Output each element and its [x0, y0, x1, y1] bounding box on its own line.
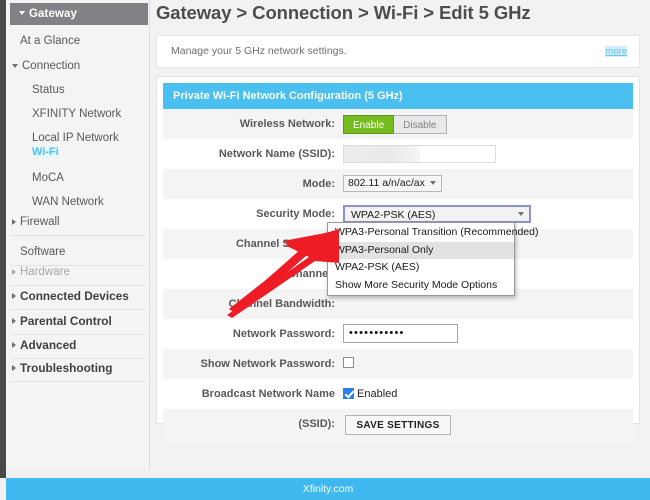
sidebar-item-label: Parental Control	[20, 314, 112, 328]
dropdown-option-wpa2-psk-aes[interactable]: WPA2-PSK (AES)	[328, 259, 514, 277]
sidebar-item-label: Troubleshooting	[20, 361, 113, 375]
broadcast-ssid-checkbox[interactable]	[343, 387, 354, 399]
sidebar-item-wi-fi[interactable]: Wi-Fi	[10, 138, 145, 166]
wireless-network-toggle[interactable]: Enable Disable	[343, 115, 447, 134]
show-network-password-checkbox[interactable]	[343, 357, 354, 369]
panel-title: Private Wi-Fi Network Configuration (5 G…	[163, 83, 633, 109]
security-mode-dropdown[interactable]: WPA3-Personal Transition (Recommended) WP…	[327, 222, 538, 296]
show-network-password-label: Show Network Password:	[200, 358, 335, 370]
redacted-overlay	[344, 146, 420, 162]
notice-text: Manage your 5 GHz network settings.	[171, 45, 347, 57]
chevron-right-icon	[12, 364, 16, 371]
save-settings-button[interactable]: SAVE SETTINGS	[345, 415, 451, 435]
network-password-label: Network Password:	[232, 328, 335, 340]
notice-bar: Manage your 5 GHz network settings. more	[156, 35, 640, 68]
sidebar-item-label: Software	[20, 246, 66, 258]
sidebar-section-gateway-label: Gateway	[29, 8, 78, 20]
sidebar-item-label: XFINITY Network	[32, 108, 122, 120]
network-name-label: Network Name (SSID):	[218, 148, 335, 160]
security-mode-label: Security Mode:	[256, 208, 335, 220]
channel-label: Channel:	[287, 268, 335, 280]
mode-label: Mode:	[302, 178, 335, 190]
enable-button[interactable]: Enable	[343, 115, 395, 134]
dropdown-option-show-more-security-mode-options[interactable]: Show More Security Mode Options	[328, 277, 514, 295]
more-link[interactable]: more	[605, 46, 627, 57]
broadcast-ssid-label: Broadcast Network Name (SSID):	[201, 388, 335, 430]
mode-select[interactable]: 802.11 a/n/ac/ax	[343, 175, 442, 192]
sidebar-item-firewall[interactable]: Firewall	[10, 208, 145, 236]
browser-page: Gateway At a Glance Connection Status XFINI…	[0, 0, 650, 500]
row-show-network-password: Show Network Password:	[163, 349, 633, 379]
sidebar-item-label: Hardware	[20, 266, 70, 278]
page-title: Gateway > Connection > Wi-Fi > Edit 5 GH…	[156, 2, 531, 23]
wireless-network-label: Wireless Network:	[239, 118, 335, 130]
security-mode-select-value: WPA2-PSK (AES)	[351, 209, 436, 221]
chevron-right-icon	[12, 341, 16, 348]
broadcast-ssid-checkbox-label: Enabled	[357, 388, 398, 400]
sidebar-item-label: Firewall	[20, 216, 60, 228]
sidebar-item-label: MoCA	[32, 172, 64, 184]
sidebar-item-label: Wi-Fi	[32, 146, 59, 158]
show-network-password-control	[343, 349, 354, 379]
network-name-input[interactable]	[343, 145, 496, 163]
sidebar-item-troubleshooting[interactable]: Troubleshooting	[10, 354, 145, 382]
sidebar-navigation: Gateway At a Glance Connection Status XFINI…	[0, 0, 150, 470]
network-password-input[interactable]: •••••••••••	[343, 324, 458, 343]
row-network-password: Network Password: •••••••••••	[163, 319, 633, 349]
chevron-down-icon	[429, 181, 437, 186]
chevron-right-icon	[12, 292, 16, 299]
footer-bar: Xfinity.com	[6, 478, 650, 500]
mode-select-value: 802.11 a/n/ac/ax	[348, 177, 425, 189]
row-mode: Mode: 802.11 a/n/ac/ax	[163, 169, 633, 199]
sidebar-section-gateway[interactable]: Gateway	[10, 3, 148, 25]
disable-button[interactable]: Disable	[394, 115, 447, 134]
row-wireless-network: Wireless Network: Enable Disable	[163, 109, 633, 139]
channel-bandwidth-label: Channel Bandwidth:	[228, 298, 335, 310]
sidebar-item-connected-devices[interactable]: Connected Devices	[10, 282, 145, 310]
chevron-right-icon	[12, 218, 16, 225]
chevron-down-icon	[19, 11, 25, 16]
row-broadcast-ssid: Broadcast Network Name (SSID): Enabled	[163, 379, 633, 430]
sidebar-item-label: WAN Network	[32, 196, 104, 208]
dropdown-option-wpa3-personal-only[interactable]: WPA3-Personal Only	[328, 241, 514, 259]
row-network-name: Network Name (SSID):	[163, 139, 633, 169]
dropdown-option-wpa3-personal-transition-recommended[interactable]: WPA3-Personal Transition (Recommended)	[328, 224, 538, 242]
chevron-down-icon	[12, 63, 18, 68]
footer-link[interactable]: Xfinity.com	[303, 483, 354, 495]
footer-dark-accent	[0, 470, 6, 478]
mode-control: 802.11 a/n/ac/ax	[343, 169, 442, 199]
chevron-down-icon	[518, 212, 525, 217]
sidebar-item-label: Connected Devices	[20, 289, 129, 303]
chevron-right-icon	[12, 268, 16, 275]
sidebar-item-label: Connection	[22, 60, 81, 72]
security-mode-select[interactable]: WPA2-PSK (AES)	[343, 205, 531, 223]
network-name-control	[343, 139, 496, 169]
sidebar-item-label: At a Glance	[20, 35, 81, 47]
broadcast-ssid-control: Enabled	[343, 379, 397, 409]
sidebar-item-label: Status	[32, 84, 65, 96]
channel-selection-label: Channel Selection:	[235, 238, 335, 250]
chevron-right-icon	[12, 317, 16, 324]
wireless-network-control: Enable Disable	[343, 109, 447, 139]
sidebar-item-at-a-glance[interactable]: At a Glance	[10, 27, 145, 55]
network-password-control: •••••••••••	[343, 319, 458, 349]
sidebar-item-label: Advanced	[20, 338, 77, 352]
